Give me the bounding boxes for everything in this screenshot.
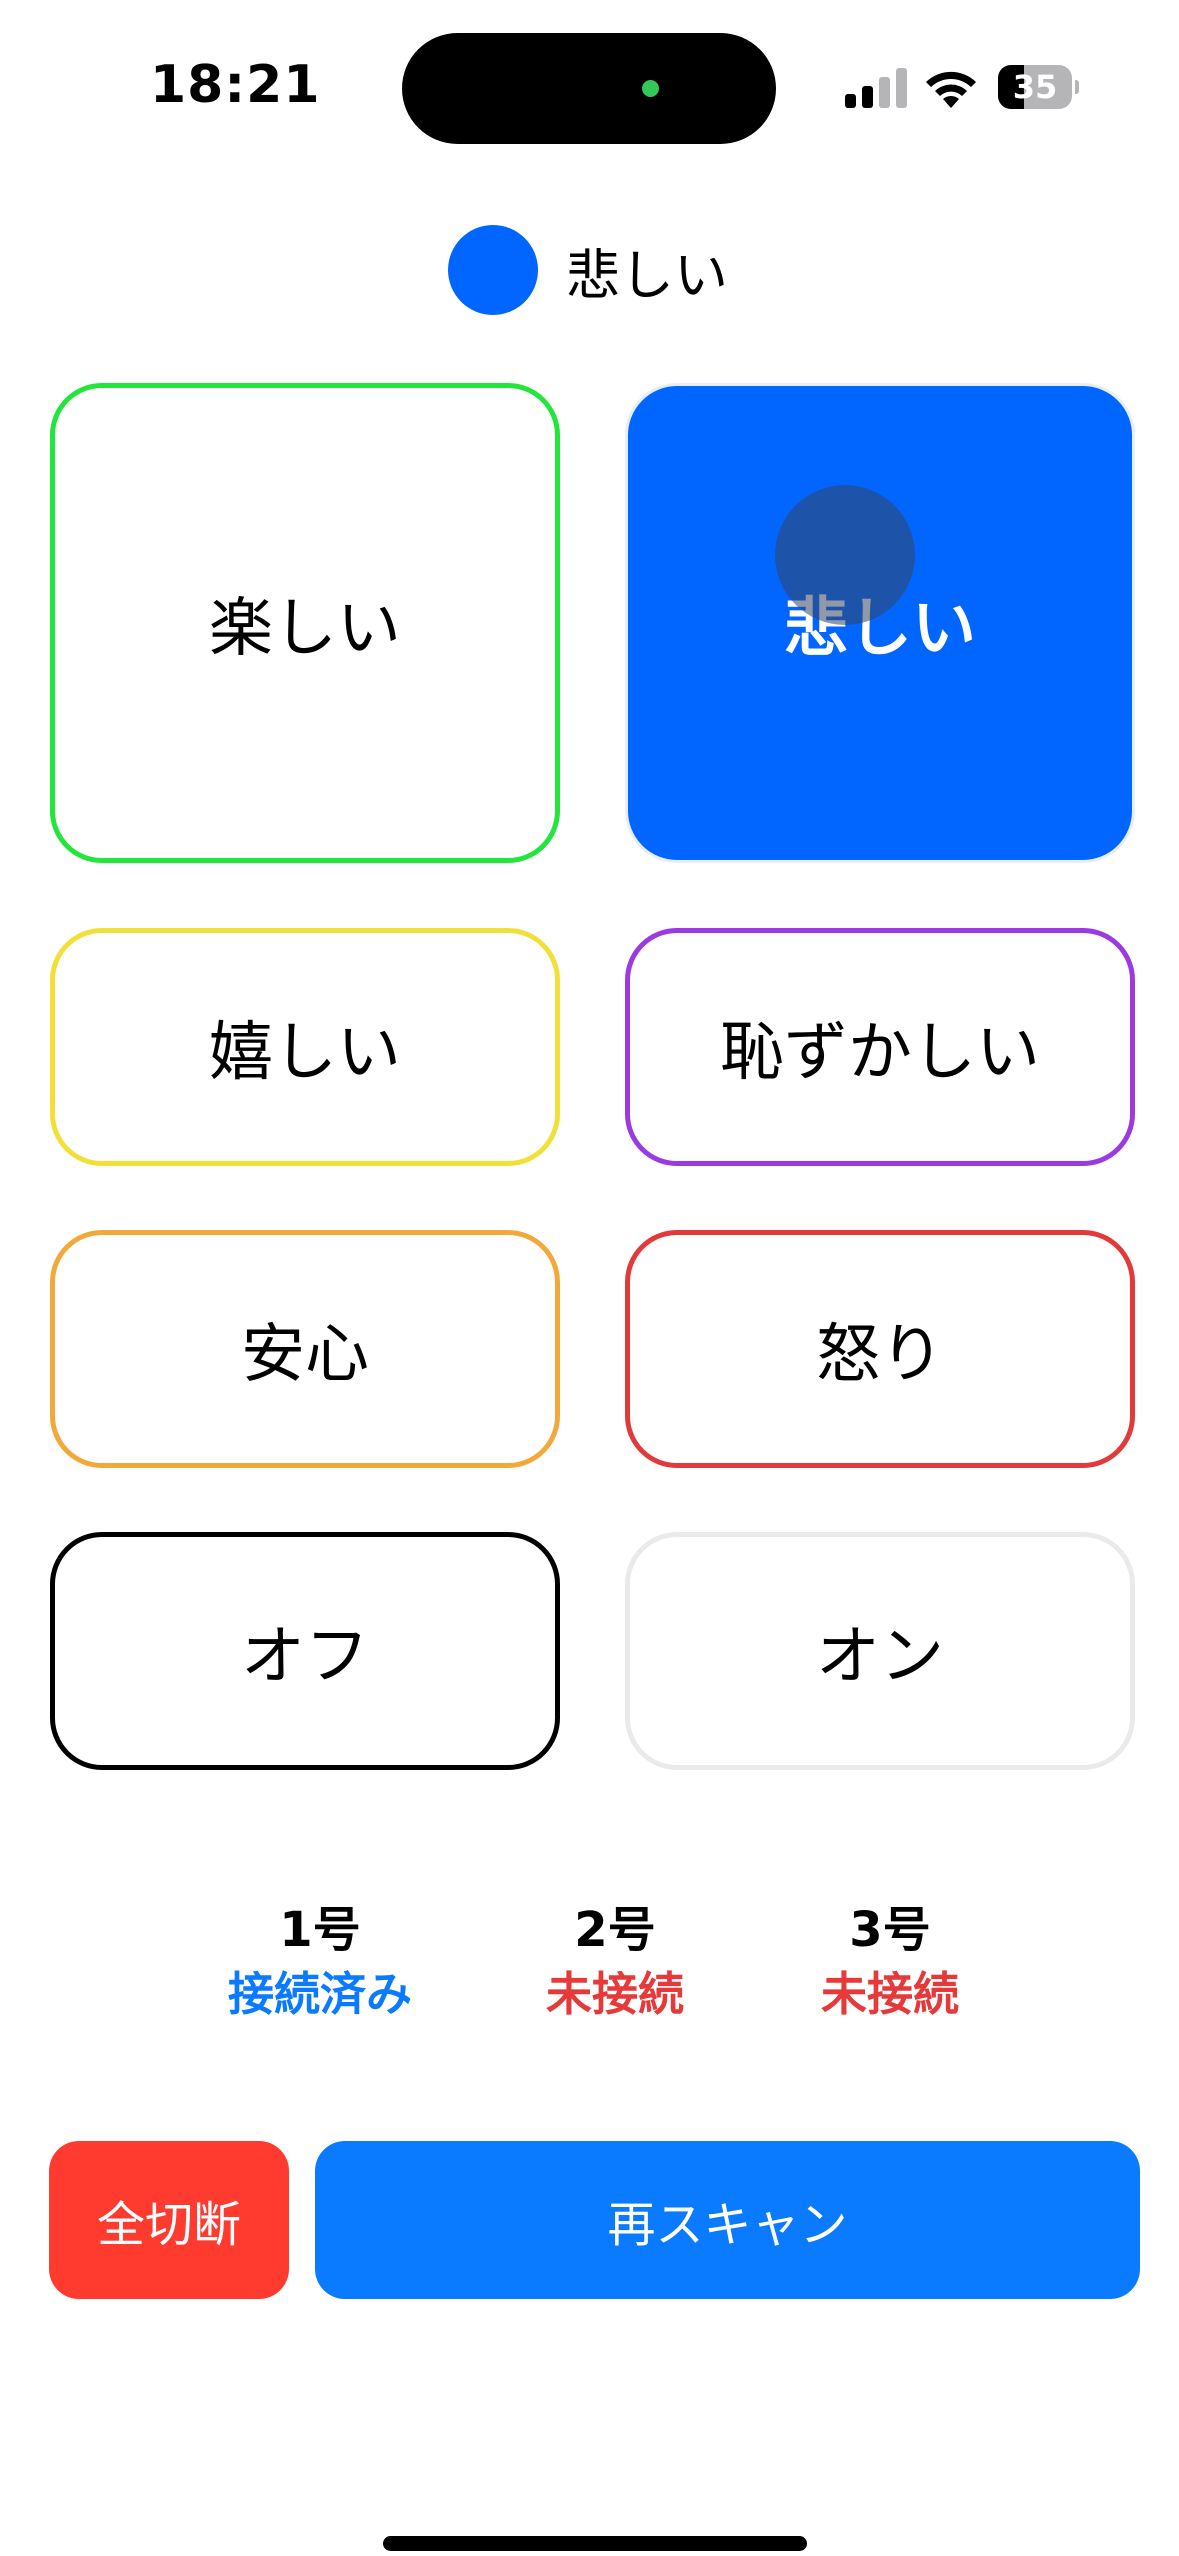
mood-button-embarrassed[interactable]: 恥ずかしい bbox=[625, 928, 1135, 1166]
device-connection-status: 未接続 bbox=[546, 1967, 684, 2021]
camera-indicator-icon bbox=[642, 80, 659, 97]
mood-button-on[interactable]: オン bbox=[625, 1532, 1135, 1770]
device-status-2: 2号 未接続 bbox=[495, 1898, 735, 2026]
mood-button-sad[interactable]: 悲しい bbox=[625, 383, 1135, 863]
mood-button-fun[interactable]: 楽しい bbox=[50, 383, 560, 863]
status-time: 18:21 bbox=[150, 55, 321, 115]
current-mood-label: 悲しい bbox=[566, 243, 728, 307]
mood-button-label: 怒り bbox=[816, 1318, 944, 1392]
dynamic-island bbox=[402, 33, 776, 144]
wifi-icon bbox=[926, 71, 976, 108]
mood-button-label: 悲しい bbox=[784, 592, 976, 666]
device-name: 2号 bbox=[574, 1902, 656, 1958]
device-connection-status: 未接続 bbox=[821, 1967, 959, 2021]
mood-button-label: 楽しい bbox=[209, 592, 401, 666]
cellular-signal-icon bbox=[845, 68, 907, 108]
mood-button-label: 嬉しい bbox=[209, 1016, 401, 1090]
rescan-button[interactable]: 再スキャン bbox=[315, 2141, 1140, 2299]
disconnect-all-button[interactable]: 全切断 bbox=[49, 2141, 289, 2299]
battery-icon: 35 bbox=[998, 65, 1079, 109]
mood-button-label: 安心 bbox=[241, 1318, 369, 1392]
device-status-3: 3号 未接続 bbox=[770, 1898, 1010, 2026]
battery-percentage: 35 bbox=[1012, 68, 1058, 106]
home-indicator bbox=[383, 2536, 807, 2551]
device-connection-status: 接続済み bbox=[228, 1967, 412, 2021]
mood-button-off[interactable]: オフ bbox=[50, 1532, 560, 1770]
mood-button-happy[interactable]: 嬉しい bbox=[50, 928, 560, 1166]
device-name: 3号 bbox=[849, 1902, 931, 1958]
current-mood-color-dot bbox=[448, 225, 538, 315]
device-status-1: 1号 接続済み bbox=[200, 1898, 440, 2026]
mood-button-anger[interactable]: 怒り bbox=[625, 1230, 1135, 1468]
device-name: 1号 bbox=[279, 1902, 361, 1958]
mood-button-relief[interactable]: 安心 bbox=[50, 1230, 560, 1468]
current-mood-indicator: 悲しい bbox=[448, 225, 728, 315]
mood-button-label: オン bbox=[816, 1620, 944, 1694]
mood-button-label: 恥ずかしい bbox=[720, 1016, 1040, 1090]
mood-button-label: オフ bbox=[241, 1620, 369, 1694]
